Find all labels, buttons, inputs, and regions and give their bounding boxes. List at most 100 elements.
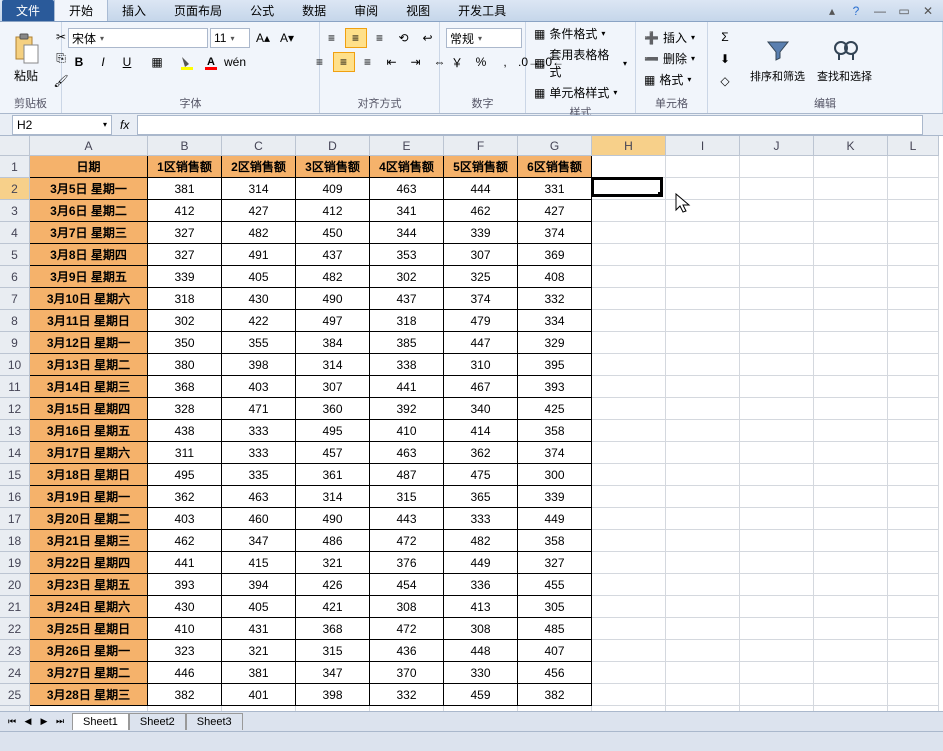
cell-styles-button[interactable]: ▦单元格样式▾ (532, 83, 629, 102)
cell[interactable]: 308 (444, 618, 518, 640)
select-all-corner[interactable] (0, 136, 30, 156)
cell[interactable]: 425 (518, 398, 592, 420)
cell[interactable] (814, 288, 888, 310)
cell[interactable]: 421 (296, 596, 370, 618)
cell[interactable]: 353 (370, 244, 444, 266)
cell[interactable]: 347 (296, 662, 370, 684)
cell[interactable] (666, 266, 740, 288)
cell[interactable] (814, 486, 888, 508)
cell[interactable] (592, 420, 666, 442)
cell[interactable]: 449 (444, 552, 518, 574)
cell[interactable]: 376 (370, 552, 444, 574)
cell[interactable]: 日期 (30, 156, 148, 178)
cell[interactable]: 430 (222, 288, 296, 310)
cell[interactable]: 315 (296, 640, 370, 662)
cell[interactable] (814, 398, 888, 420)
cell[interactable]: 456 (518, 662, 592, 684)
cell[interactable]: 5区销售额 (444, 156, 518, 178)
cell[interactable] (814, 684, 888, 706)
cell[interactable]: 339 (444, 222, 518, 244)
phonetic-icon[interactable]: wén (224, 52, 246, 72)
cell[interactable]: 463 (370, 178, 444, 200)
cell[interactable]: 358 (518, 530, 592, 552)
cell[interactable]: 3月27日 星期二 (30, 662, 148, 684)
align-right-icon[interactable]: ≡ (357, 52, 379, 72)
cell[interactable] (814, 156, 888, 178)
cell[interactable] (666, 332, 740, 354)
cell[interactable]: 3月19日 星期一 (30, 486, 148, 508)
cell[interactable] (222, 706, 296, 711)
cell[interactable] (888, 442, 939, 464)
cell[interactable] (888, 376, 939, 398)
cell[interactable] (814, 420, 888, 442)
font-color-icon[interactable]: A (200, 52, 222, 72)
ribbon-minimize-icon[interactable]: ▴ (823, 3, 841, 19)
cell[interactable]: 485 (518, 618, 592, 640)
cell[interactable]: 403 (222, 376, 296, 398)
cell[interactable] (740, 288, 814, 310)
cell[interactable] (592, 156, 666, 178)
column-header[interactable]: B (148, 136, 222, 156)
cell[interactable] (740, 574, 814, 596)
number-format-combo[interactable]: 常规▾ (446, 28, 522, 48)
cell[interactable]: 381 (148, 178, 222, 200)
menu-tab-8[interactable]: 开发工具 (444, 0, 520, 21)
cell[interactable] (666, 596, 740, 618)
cell[interactable]: 3月7日 星期三 (30, 222, 148, 244)
cell[interactable] (814, 552, 888, 574)
cell[interactable]: 360 (296, 398, 370, 420)
cell[interactable] (666, 552, 740, 574)
row-header[interactable]: 12 (0, 398, 30, 420)
cell[interactable]: 3月5日 星期一 (30, 178, 148, 200)
cell[interactable]: 344 (370, 222, 444, 244)
cell[interactable] (370, 706, 444, 711)
cell[interactable] (592, 376, 666, 398)
cell[interactable]: 447 (444, 332, 518, 354)
cell[interactable] (888, 354, 939, 376)
cell[interactable]: 3月20日 星期二 (30, 508, 148, 530)
cell[interactable] (814, 706, 888, 711)
cell[interactable]: 394 (222, 574, 296, 596)
cell[interactable] (814, 662, 888, 684)
cell[interactable] (814, 508, 888, 530)
cell[interactable] (592, 684, 666, 706)
cell[interactable]: 384 (296, 332, 370, 354)
cell[interactable] (592, 574, 666, 596)
cell[interactable]: 315 (370, 486, 444, 508)
cell[interactable]: 437 (296, 244, 370, 266)
row-header[interactable]: 14 (0, 442, 30, 464)
cell[interactable]: 3月13日 星期二 (30, 354, 148, 376)
cell[interactable] (814, 596, 888, 618)
cell[interactable]: 482 (296, 266, 370, 288)
cell[interactable] (888, 244, 939, 266)
cell[interactable]: 405 (222, 596, 296, 618)
menu-tab-3[interactable]: 页面布局 (160, 0, 236, 21)
cell[interactable]: 427 (518, 200, 592, 222)
cell[interactable] (814, 222, 888, 244)
cell[interactable]: 347 (222, 530, 296, 552)
cell[interactable]: 350 (148, 332, 222, 354)
row-header[interactable]: 4 (0, 222, 30, 244)
cell[interactable] (666, 244, 740, 266)
cell[interactable]: 409 (296, 178, 370, 200)
percent-icon[interactable]: % (470, 52, 492, 72)
row-header[interactable]: 6 (0, 266, 30, 288)
row-header[interactable]: 8 (0, 310, 30, 332)
align-middle-icon[interactable]: ≡ (345, 28, 367, 48)
menu-tab-4[interactable]: 公式 (236, 0, 288, 21)
row-header[interactable]: 13 (0, 420, 30, 442)
cell[interactable] (592, 310, 666, 332)
cell[interactable] (740, 420, 814, 442)
cell[interactable] (666, 618, 740, 640)
cell[interactable]: 331 (518, 178, 592, 200)
cell[interactable] (814, 530, 888, 552)
cell[interactable] (666, 200, 740, 222)
cell[interactable] (592, 530, 666, 552)
row-header[interactable]: 17 (0, 508, 30, 530)
column-header[interactable]: F (444, 136, 518, 156)
menu-tab-2[interactable]: 插入 (108, 0, 160, 21)
cell[interactable]: 321 (222, 640, 296, 662)
cell[interactable]: 460 (222, 508, 296, 530)
cell[interactable] (740, 662, 814, 684)
cell[interactable]: 333 (222, 420, 296, 442)
